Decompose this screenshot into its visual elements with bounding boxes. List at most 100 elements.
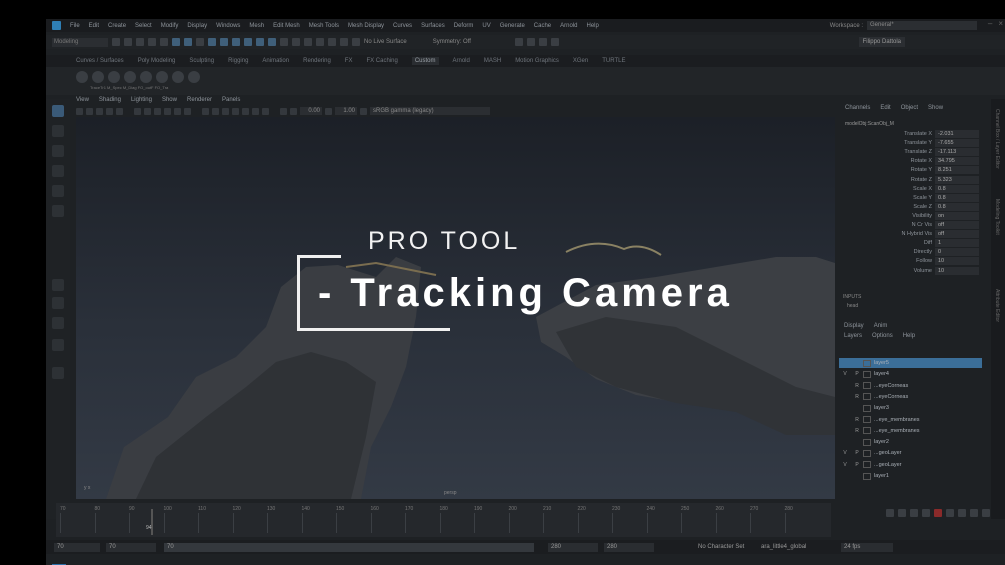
time-slider[interactable]: 94 70 80 90 100 110 120 130 140 150 160 170 180 190 2… — [56, 503, 831, 537]
channel-attribute-row[interactable]: Rotate X 34.795 — [839, 157, 984, 166]
outliner-layout-icon[interactable] — [52, 339, 64, 351]
channel-attribute-row[interactable]: N Cr Vis off — [839, 221, 984, 230]
two-view-icon[interactable] — [52, 317, 64, 329]
menu-item-modify[interactable]: Modify — [161, 23, 179, 29]
film-gate-icon[interactable] — [144, 107, 151, 115]
channel-attribute-row[interactable]: Scale X 0.8 — [839, 184, 984, 194]
shelf-tool-icon[interactable] — [172, 71, 184, 83]
shelf-tab-xgen[interactable]: XGen — [573, 58, 588, 64]
live-surface-label[interactable]: No Live Surface — [364, 39, 407, 45]
attribute-value[interactable]: 10 — [935, 266, 979, 275]
snap-grid-icon[interactable] — [292, 38, 300, 46]
layer-mode-tab-anim[interactable]: Anim — [874, 323, 888, 329]
safe-action-icon[interactable] — [184, 107, 191, 115]
range-slider[interactable]: 70 — [164, 543, 534, 552]
layer-color-swatch[interactable] — [863, 449, 871, 457]
single-view-icon[interactable] — [52, 279, 64, 291]
channel-attribute-row[interactable]: Translate Z -17.113 — [839, 148, 984, 157]
channel-attribute-row[interactable]: Diff 1 — [839, 239, 984, 248]
step-back-key-icon[interactable] — [898, 509, 906, 517]
menu-item-deform[interactable]: Deform — [454, 23, 474, 29]
shelf-tab-motion-graphics[interactable]: Motion Graphics — [515, 58, 559, 64]
layer-row[interactable]: V Player4 — [839, 369, 982, 379]
menu-item-arnold[interactable]: Arnold — [560, 23, 577, 29]
layer-row[interactable]: layer1 — [839, 471, 982, 481]
lasso-tool-icon[interactable] — [52, 125, 64, 137]
channel-box-menu-show[interactable]: Show — [928, 105, 943, 111]
layer-playback-toggle[interactable]: R — [851, 383, 863, 389]
isolate-select-icon[interactable] — [280, 107, 287, 115]
panel-menu-panels[interactable]: Panels — [222, 97, 240, 106]
playback-end-field[interactable]: 280 — [548, 543, 598, 552]
new-scene-icon[interactable] — [112, 38, 120, 46]
select-by-hierarchy-icon[interactable] — [172, 38, 180, 46]
layer-row[interactable]: layer3 — [839, 403, 982, 413]
menu-item-cache[interactable]: Cache — [534, 23, 551, 29]
shelf-tab-rigging[interactable]: Rigging — [228, 58, 248, 64]
channel-box-menu-channels[interactable]: Channels — [845, 105, 870, 111]
attribute-value[interactable]: 0.8 — [935, 202, 979, 211]
hypershade-icon[interactable] — [550, 38, 559, 46]
scale-tool-icon[interactable] — [52, 205, 64, 217]
mask-icon-4[interactable] — [244, 38, 252, 46]
layer-color-swatch[interactable] — [863, 461, 871, 469]
exposure-field[interactable]: 0.00 — [300, 107, 322, 115]
menu-item-surfaces[interactable]: Surfaces — [421, 23, 445, 29]
start-time-field[interactable]: 70 — [54, 543, 100, 552]
attribute-value[interactable]: on — [935, 211, 979, 220]
layer-color-swatch[interactable] — [863, 438, 871, 446]
field-chart-icon[interactable] — [174, 107, 181, 115]
save-scene-icon[interactable] — [136, 38, 144, 46]
attribute-value[interactable]: 0.8 — [935, 193, 979, 202]
bookmark-icon[interactable] — [86, 107, 93, 115]
attribute-value[interactable]: 5.323 — [935, 175, 979, 184]
step-back-frame-icon[interactable] — [910, 509, 918, 517]
shelf-tool-icon[interactable] — [188, 71, 200, 83]
go-to-end-icon[interactable] — [982, 509, 990, 517]
lights-icon[interactable] — [232, 107, 239, 115]
attribute-value[interactable]: -17.113 — [935, 148, 979, 157]
menu-item-edit[interactable]: Edit — [89, 23, 99, 29]
shelf-tab-mash[interactable]: MASH — [484, 58, 501, 64]
side-tab-0[interactable]: Channel Box / Layer Editor — [994, 109, 1000, 169]
layer-color-swatch[interactable] — [863, 359, 871, 367]
fps-dropdown[interactable]: 24 fps — [841, 543, 893, 552]
select-by-component-icon[interactable] — [196, 38, 204, 46]
shelf-tool-icon[interactable] — [124, 71, 136, 83]
layer-mode-tab-display[interactable]: Display — [844, 323, 864, 329]
channel-attribute-row[interactable]: N Hybrid Vis off — [839, 230, 984, 239]
layer-visibility-toggle[interactable]: V — [839, 450, 851, 456]
shadows-icon[interactable] — [242, 107, 249, 115]
panel-menu-show[interactable]: Show — [162, 97, 177, 106]
layer-row[interactable]: layer5 — [839, 358, 982, 368]
2d-pan-icon[interactable] — [106, 107, 113, 115]
open-scene-icon[interactable] — [124, 38, 132, 46]
paint-select-icon[interactable] — [52, 145, 64, 157]
shelf-tab-custom[interactable]: Custom — [411, 57, 439, 65]
attribute-value[interactable]: 34.795 — [935, 157, 979, 166]
menu-item-curves[interactable]: Curves — [393, 23, 412, 29]
layer-playback-toggle[interactable]: P — [851, 450, 863, 456]
shelf-tab-rendering[interactable]: Rendering — [303, 58, 331, 64]
shelf-tool-icon[interactable] — [92, 71, 104, 83]
symmetry-label[interactable]: Symmetry: Off — [433, 39, 471, 45]
panel-menu-shading[interactable]: Shading — [99, 97, 121, 106]
character-set-label[interactable]: No Character Set — [698, 543, 744, 552]
layer-playback-toggle[interactable]: P — [851, 371, 863, 377]
minimize-icon[interactable]: – — [988, 19, 992, 28]
attribute-value[interactable]: 0.8 — [935, 184, 979, 193]
attribute-value[interactable]: 0 — [935, 248, 979, 257]
magnet-icon[interactable] — [352, 38, 360, 46]
playback-start-field[interactable]: 70 — [106, 543, 156, 552]
layer-row[interactable]: V P ...geoLayer — [839, 460, 982, 470]
undo-icon[interactable] — [148, 38, 156, 46]
snap-view-icon[interactable] — [328, 38, 336, 46]
redo-icon[interactable] — [160, 38, 168, 46]
side-tab-2[interactable]: Attribute Editor — [994, 289, 1000, 322]
shelf-tool-icon[interactable] — [156, 71, 168, 83]
render-icon[interactable] — [514, 38, 523, 46]
workspace-dropdown[interactable]: General* — [867, 21, 977, 30]
mask-icon-5[interactable] — [256, 38, 264, 46]
menu-item-select[interactable]: Select — [135, 23, 152, 29]
attribute-value[interactable]: 10 — [935, 257, 979, 266]
